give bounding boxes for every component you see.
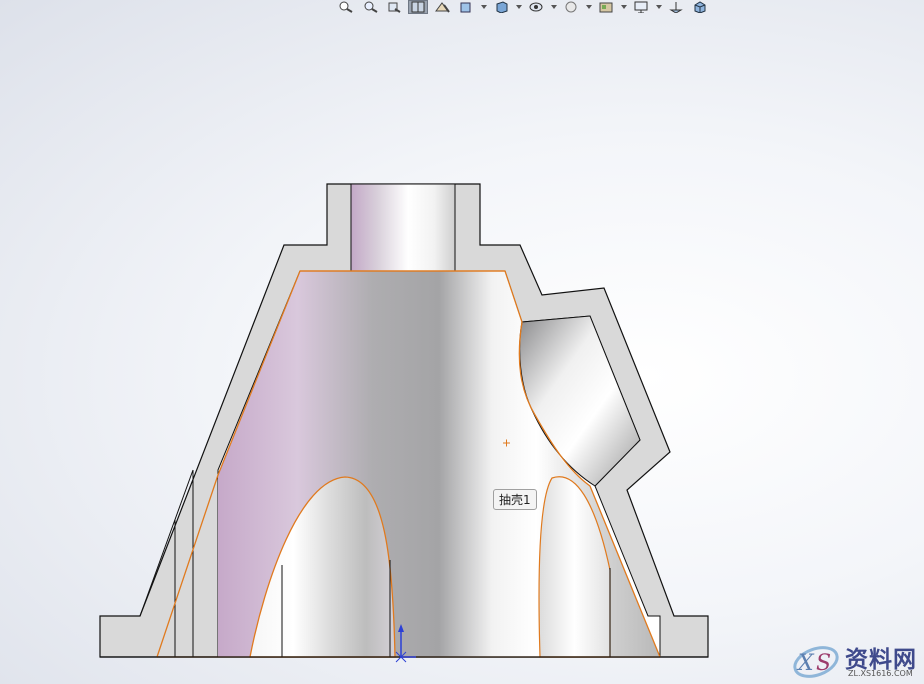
graphics-area[interactable] xyxy=(0,0,924,684)
watermark-url-text: ZL.XS1616.COM xyxy=(848,669,913,678)
watermark: X S 资料网 ZL.XS1616.COM xyxy=(790,636,924,684)
svg-text:X: X xyxy=(796,651,815,676)
neck-bore xyxy=(350,183,456,272)
watermark-logo-icon: X S xyxy=(793,646,839,678)
svg-text:S: S xyxy=(816,651,831,676)
feature-tooltip: 抽壳1 xyxy=(493,489,537,510)
